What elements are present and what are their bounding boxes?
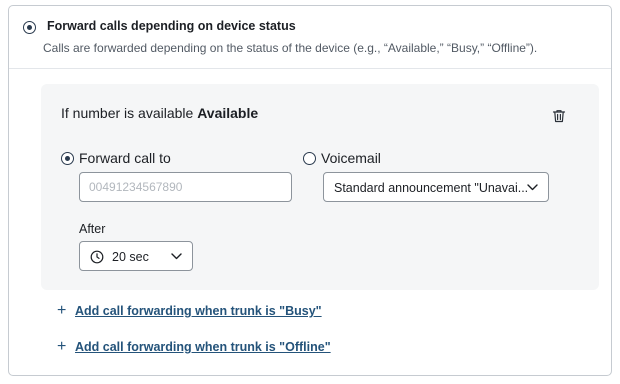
add-busy-forwarding-label: Add call forwarding when trunk is "Busy" (75, 304, 322, 318)
rule-title: If number is available Available (61, 105, 258, 121)
add-busy-forwarding-link[interactable]: + Add call forwarding when trunk is "Bus… (57, 302, 322, 322)
rule-title-prefix: If number is available (61, 105, 194, 121)
chevron-down-icon (171, 253, 182, 260)
forward-number-input[interactable] (79, 172, 292, 202)
device-status-radio[interactable] (23, 21, 36, 34)
rule-panel-available: If number is available Available Forward… (41, 84, 599, 290)
forward-call-radio[interactable] (61, 152, 74, 165)
trash-icon[interactable] (551, 108, 567, 124)
forward-call-label: Forward call to (79, 150, 171, 166)
after-label: After (79, 222, 106, 236)
announcement-select[interactable]: Standard announcement "Unavai... (323, 172, 549, 202)
option-description: Calls are forwarded depending on the sta… (43, 41, 538, 55)
plus-icon: + (57, 338, 67, 355)
plus-icon: + (57, 302, 67, 319)
option-title: Forward calls depending on device status (47, 19, 296, 33)
clock-icon (90, 250, 104, 264)
call-forwarding-card: Forward calls depending on device status… (8, 5, 612, 376)
voicemail-label: Voicemail (321, 150, 381, 166)
add-offline-forwarding-link[interactable]: + Add call forwarding when trunk is "Off… (57, 338, 331, 358)
after-delay-value: 20 sec (112, 250, 149, 264)
after-delay-select[interactable]: 20 sec (79, 241, 193, 271)
rule-title-status: Available (197, 105, 259, 121)
voicemail-radio[interactable] (303, 152, 316, 165)
announcement-select-value: Standard announcement "Unavai... (334, 181, 529, 195)
divider (9, 68, 611, 69)
chevron-down-icon (527, 184, 538, 191)
voicemail-option[interactable]: Voicemail (303, 150, 423, 168)
device-status-option[interactable]: Forward calls depending on device status… (9, 6, 611, 69)
forward-call-option[interactable]: Forward call to (61, 150, 221, 168)
add-offline-forwarding-label: Add call forwarding when trunk is "Offli… (75, 340, 331, 354)
